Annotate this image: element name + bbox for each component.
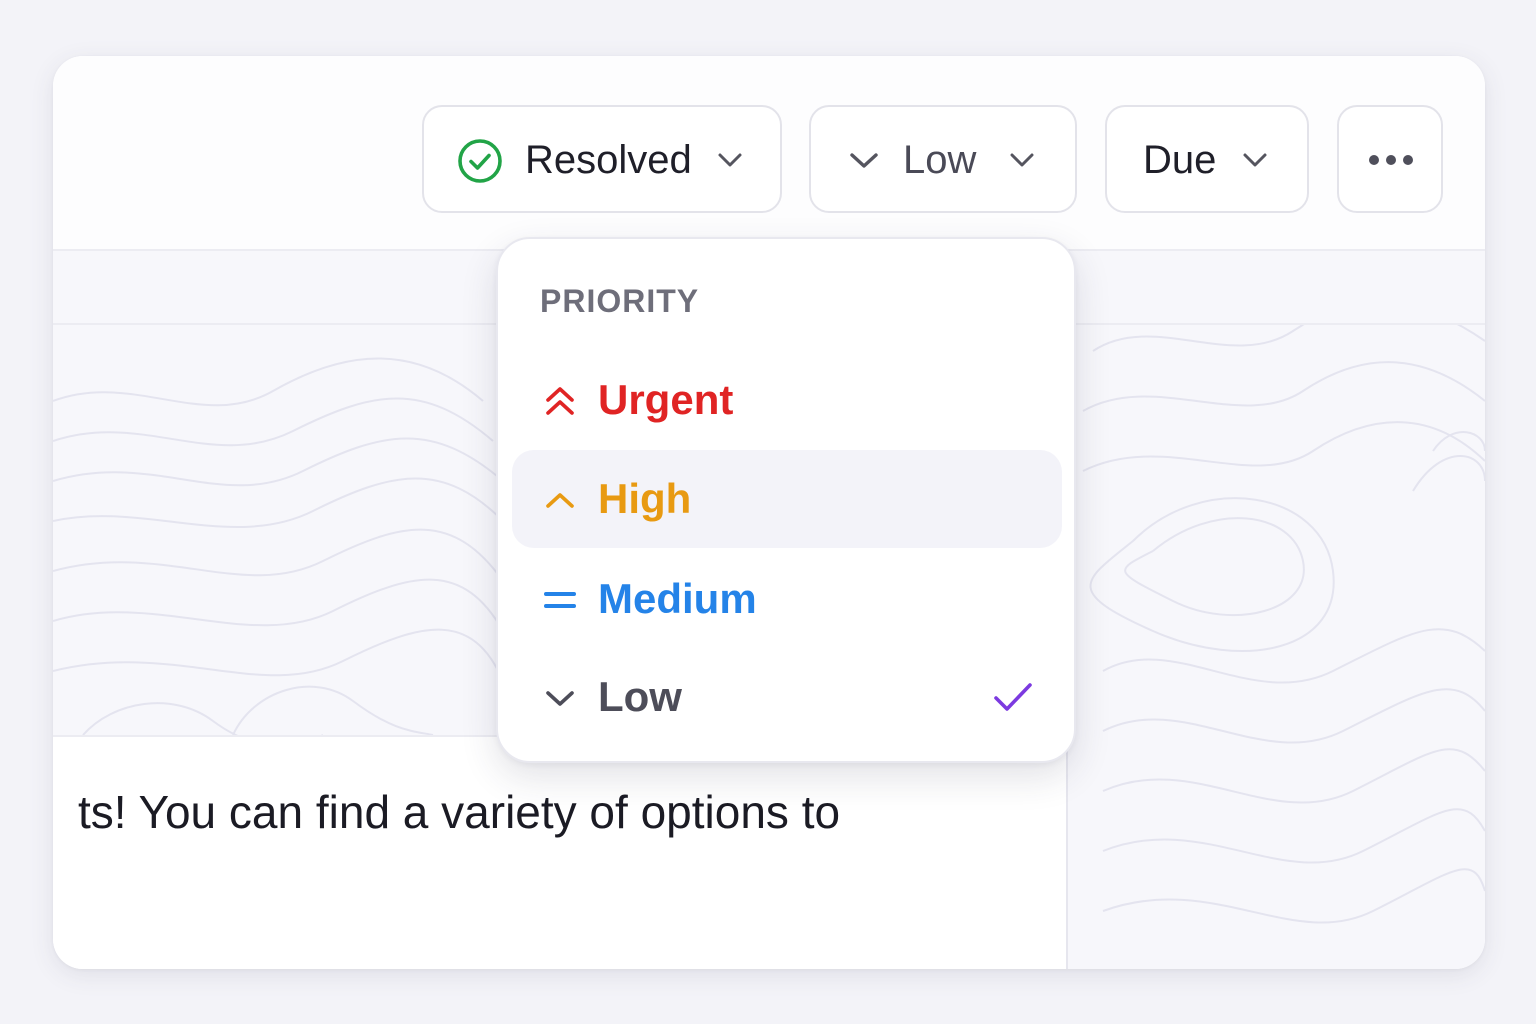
chevron-down-icon	[849, 150, 879, 170]
description-editor[interactable]: ts! You can find a variety of options to	[53, 735, 1068, 969]
check-circle-icon	[456, 137, 504, 185]
more-horizontal-icon	[1367, 153, 1415, 172]
menu-item-label: Medium	[598, 575, 757, 622]
menu-item-low[interactable]: Low	[512, 648, 1062, 746]
chevron-down-icon	[1009, 150, 1035, 170]
priority-dropdown-button[interactable]: Low	[809, 105, 1077, 213]
description-text: ts! You can find a variety of options to	[78, 786, 841, 838]
task-header-toolbar: Resolved Low Due	[53, 56, 1485, 251]
menu-item-label: Low	[598, 673, 682, 720]
menu-item-high[interactable]: High	[512, 450, 1062, 548]
equals-icon	[542, 582, 578, 618]
due-date-button[interactable]: Due	[1105, 105, 1309, 213]
priority-label: Low	[903, 138, 977, 182]
chevron-down-icon	[717, 150, 743, 170]
selected-check-icon	[992, 676, 1034, 718]
menu-item-urgent[interactable]: Urgent	[512, 351, 1062, 449]
chevron-down-icon	[1242, 150, 1268, 170]
status-dropdown-button[interactable]: Resolved	[422, 105, 782, 213]
status-label: Resolved	[525, 138, 692, 182]
menu-item-label: High	[598, 475, 692, 522]
menu-item-medium[interactable]: Medium	[512, 550, 1062, 648]
double-chevron-up-icon	[542, 383, 578, 419]
due-label: Due	[1143, 138, 1217, 182]
menu-item-label: Urgent	[598, 376, 734, 423]
chevron-up-icon	[542, 482, 578, 518]
priority-dropdown-menu: PRIORITY Urgent High Medium Low	[496, 237, 1076, 763]
menu-heading: PRIORITY	[540, 283, 700, 319]
more-options-button[interactable]	[1337, 105, 1443, 213]
chevron-down-icon	[542, 680, 578, 716]
